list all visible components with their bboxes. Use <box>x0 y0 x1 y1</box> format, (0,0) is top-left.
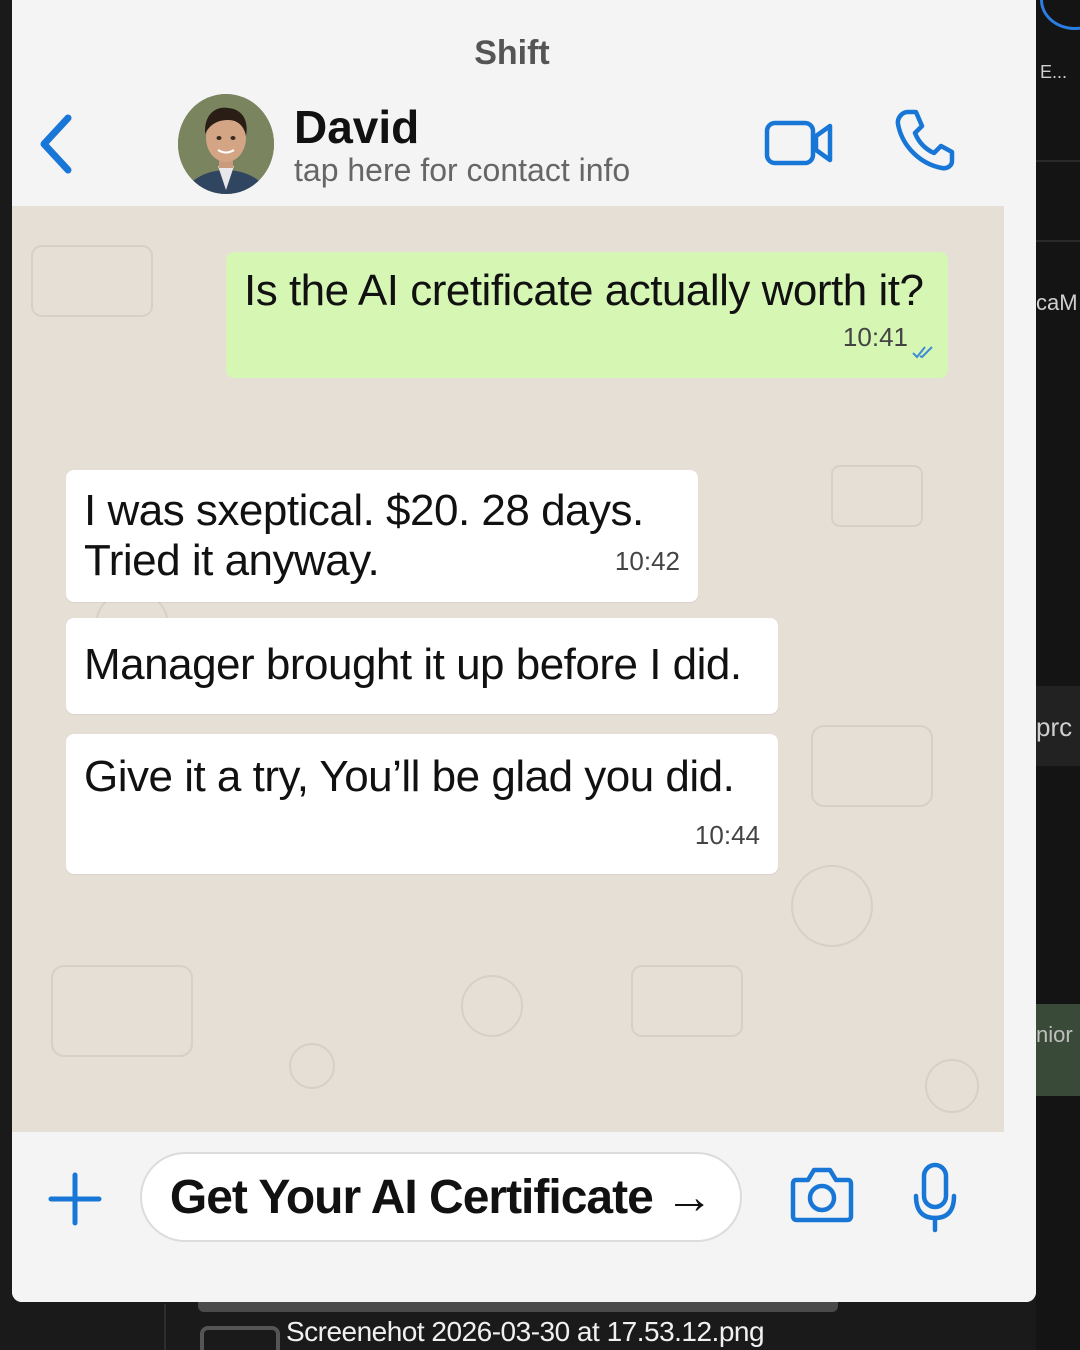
contact-name[interactable]: David <box>294 100 419 154</box>
avatar[interactable] <box>178 94 274 194</box>
phone-call-icon[interactable] <box>894 108 956 172</box>
message-text: Manager brought it up before I did. <box>84 640 742 689</box>
camera-icon[interactable] <box>790 1164 854 1224</box>
chat-side-gutter <box>1004 206 1036 1132</box>
divider <box>1036 160 1080 162</box>
message-list[interactable]: Is the AI cretificate actually worth it?… <box>12 206 1004 1132</box>
screenshot-filename[interactable]: Screenehot 2026-03-30 at 17.53.12.png <box>0 1316 1050 1348</box>
message-time: 10:42 <box>614 546 680 576</box>
desktop-background <box>1036 0 1080 1350</box>
message-time: 10:41 <box>842 322 908 352</box>
microphone-icon[interactable] <box>912 1162 958 1234</box>
get-certificate-button[interactable]: Get Your AI Certificate → <box>140 1152 742 1242</box>
background-text: nior <box>1036 1004 1080 1096</box>
message-text: Give it a try, You’ll be glad you did. <box>84 752 735 801</box>
background-text: E... <box>1040 62 1068 82</box>
message-bubble-outgoing[interactable]: Is the AI cretificate actually worth it?… <box>226 252 948 378</box>
plus-icon[interactable] <box>48 1172 102 1226</box>
chat-header: Shift David tap here for contact info <box>12 0 1036 206</box>
message-bubble-incoming[interactable]: I was sxeptical. $20. 28 days. Tried it … <box>66 470 698 602</box>
divider <box>1036 240 1080 242</box>
message-bubble-incoming[interactable]: Manager brought it up before I did. <box>66 618 778 714</box>
read-receipt-icon <box>912 346 933 359</box>
message-composer: Get Your AI Certificate → <box>12 1132 1036 1302</box>
background-text: caM <box>1036 290 1078 315</box>
window-shadow <box>198 1302 838 1312</box>
message-time: 10:44 <box>694 820 760 850</box>
app-title: Shift <box>474 34 550 72</box>
contact-info-link[interactable]: tap here for contact info <box>294 152 630 189</box>
chat-window: Shift David tap here for contact info Is… <box>12 0 1036 1302</box>
video-call-icon[interactable] <box>764 118 834 168</box>
message-bubble-incoming[interactable]: Give it a try, You’ll be glad you did. 1… <box>66 734 778 874</box>
message-text: Is the AI cretificate actually worth it? <box>244 266 924 315</box>
message-text: I was sxeptical. $20. 28 days. Tried it … <box>84 486 644 585</box>
back-chevron-icon[interactable] <box>34 112 78 176</box>
background-text: prc <box>1036 686 1080 766</box>
